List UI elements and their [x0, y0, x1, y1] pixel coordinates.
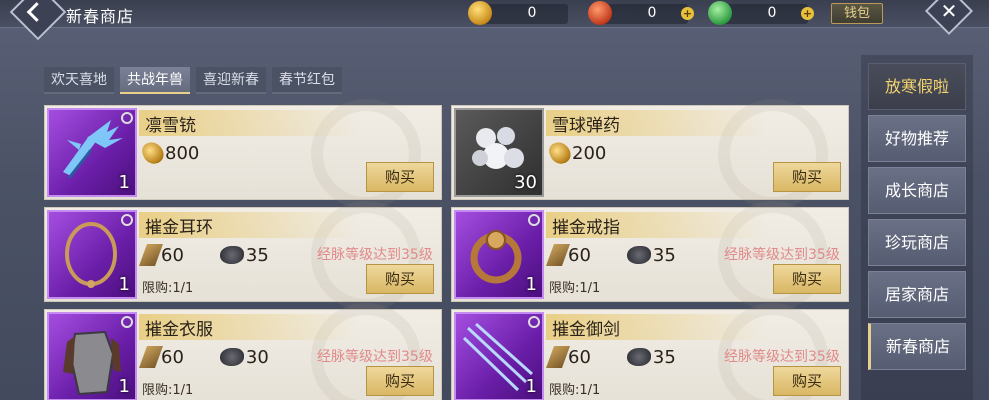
currency-value: 0	[647, 5, 657, 21]
page-title: 新春商店	[66, 7, 135, 26]
material-bar-icon	[138, 244, 164, 266]
currency-gold: 0	[468, 1, 568, 25]
category-tabs: 欢天喜地 共战年兽 喜迎新春 春节红包	[44, 67, 342, 94]
item-icon: 1	[47, 210, 137, 299]
shop-side-nav: 放寒假啦 好物推荐 成长商店 珍玩商店 居家商店 新春商店	[861, 55, 973, 400]
nav-item-treasure-shop[interactable]: 珍玩商店	[868, 219, 966, 266]
item-quantity: 1	[118, 376, 130, 397]
tab-hongbao[interactable]: 春节红包	[272, 67, 342, 94]
fur-material-icon	[219, 246, 244, 264]
price-value: 30	[245, 346, 269, 368]
nav-item-home-shop[interactable]: 居家商店	[868, 271, 966, 318]
shop-item-card[interactable]: 1 摧金御剑 60 35 经脉等级达到35级 限购:1/1 购买	[451, 303, 849, 400]
price-value: 60	[568, 244, 591, 266]
wallet-button[interactable]: 钱包	[831, 3, 883, 24]
price-value: 200	[572, 142, 607, 164]
shop-item-card[interactable]: 30 雪球弹药 200 购买	[451, 99, 849, 209]
level-requirement: 经脉等级达到35级	[317, 247, 433, 263]
nav-item-spring-shop[interactable]: 新春商店	[868, 323, 966, 370]
buy-button[interactable]: 购买	[773, 264, 841, 294]
buy-button[interactable]: 购买	[773, 366, 841, 396]
link-icon	[121, 214, 133, 226]
fur-material-icon	[626, 246, 651, 264]
link-icon	[121, 316, 133, 328]
item-price: 60 35	[138, 244, 269, 266]
currency-green: 0 +	[708, 1, 814, 25]
tab-gongzhan[interactable]: 共战年兽	[120, 67, 190, 94]
tab-huantian[interactable]: 欢天喜地	[44, 67, 114, 94]
purchase-limit: 限购:1/1	[549, 383, 601, 398]
purchase-limit: 限购:1/1	[549, 281, 601, 296]
fur-material-icon	[626, 348, 651, 366]
item-quantity: 1	[525, 376, 537, 397]
item-quantity: 1	[118, 274, 130, 295]
fur-material-icon	[219, 348, 244, 366]
item-icon: 1	[47, 312, 137, 400]
shop-item-card[interactable]: 1 凛雪铳 800 购买	[44, 99, 442, 209]
top-bar: 新春商店 0 0 + 0 + 钱包 ✕	[0, 0, 989, 41]
price-value: 60	[161, 346, 184, 368]
item-icon: 1	[454, 210, 544, 299]
item-price: 200	[546, 139, 607, 167]
material-bar-icon	[545, 346, 571, 368]
close-button[interactable]: ✕	[924, 0, 974, 36]
green-jade-icon	[708, 1, 732, 25]
purchase-limit: 限购:1/1	[142, 281, 194, 296]
buy-button[interactable]: 购买	[366, 264, 434, 294]
currency-value: 0	[767, 5, 777, 21]
item-name: 摧金御剑	[552, 320, 620, 340]
price-value: 60	[161, 244, 184, 266]
red-token-icon	[588, 1, 612, 25]
link-icon	[528, 214, 540, 226]
level-requirement: 经脉等级达到35级	[724, 349, 840, 365]
back-button[interactable]	[9, 0, 67, 41]
tab-xiying[interactable]: 喜迎新春	[196, 67, 266, 94]
link-icon	[121, 112, 133, 124]
price-value: 60	[568, 346, 591, 368]
nav-item-growth-shop[interactable]: 成长商店	[868, 167, 966, 214]
material-bar-icon	[138, 346, 164, 368]
shop-item-card[interactable]: 1 摧金耳环 60 35 经脉等级达到35级 限购:1/1 购买	[44, 201, 442, 311]
price-value: 35	[652, 346, 676, 368]
close-icon: ✕	[940, 0, 958, 23]
buy-button[interactable]: 购买	[366, 366, 434, 396]
currency-red: 0 +	[588, 1, 694, 25]
item-name: 摧金衣服	[145, 320, 213, 340]
material-bar-icon	[545, 244, 571, 266]
add-red-token-button[interactable]: +	[681, 7, 694, 20]
item-price: 60 35	[545, 346, 676, 368]
nav-item-winter-break[interactable]: 放寒假啦	[868, 63, 966, 110]
item-quantity: 30	[514, 172, 537, 193]
item-price: 800	[139, 139, 200, 167]
buy-button[interactable]: 购买	[366, 162, 434, 192]
item-quantity: 1	[118, 172, 130, 193]
item-price: 60 30	[138, 346, 269, 368]
price-value: 800	[165, 142, 200, 164]
item-price: 60 35	[545, 244, 676, 266]
price-value: 35	[245, 244, 269, 266]
link-icon	[528, 316, 540, 328]
level-requirement: 经脉等级达到35级	[317, 349, 433, 365]
shop-item-card[interactable]: 1 摧金衣服 60 30 经脉等级达到35级 限购:1/1 购买	[44, 303, 442, 400]
gold-ingot-icon	[139, 139, 167, 167]
item-icon: 1	[454, 312, 544, 400]
buy-button[interactable]: 购买	[773, 162, 841, 192]
gold-ingot-icon	[546, 139, 574, 167]
item-name: 雪球弹药	[552, 116, 620, 136]
shop-item-card[interactable]: 1 摧金戒指 60 35 经脉等级达到35级 限购:1/1 购买	[451, 201, 849, 311]
item-icon: 1	[47, 108, 137, 197]
item-icon: 30	[454, 108, 544, 197]
back-arrow-icon	[26, 2, 47, 22]
gold-coin-icon	[468, 1, 492, 25]
nav-item-recommend[interactable]: 好物推荐	[868, 115, 966, 162]
purchase-limit: 限购:1/1	[142, 383, 194, 398]
item-name: 凛雪铳	[145, 116, 196, 136]
item-name: 摧金耳环	[145, 218, 213, 238]
currency-value: 0	[527, 5, 537, 21]
level-requirement: 经脉等级达到35级	[724, 247, 840, 263]
item-quantity: 1	[525, 274, 537, 295]
add-green-jade-button[interactable]: +	[801, 7, 814, 20]
item-name: 摧金戒指	[552, 218, 620, 238]
price-value: 35	[652, 244, 676, 266]
